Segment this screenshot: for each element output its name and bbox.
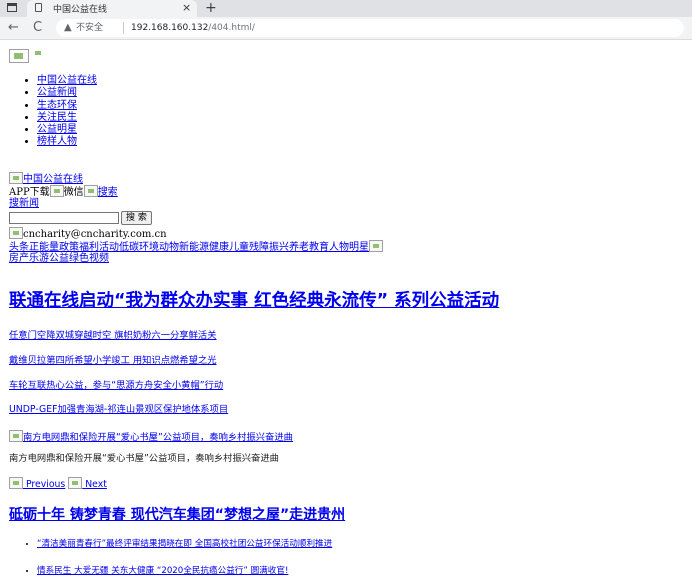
list-item: “清洁美丽青春行”最终评审结果揭晓在即 全国高校社团公益环保活动顺利推进	[37, 538, 332, 565]
security-status[interactable]: 不安全	[76, 22, 103, 34]
nav-item: 生态环保	[37, 100, 97, 112]
list-item: 情系民生 大爱无疆 关东大健康 “2020全民抗癌公益行” 圆满收官!	[37, 565, 332, 576]
back-arrow-icon[interactable]: ←	[8, 20, 19, 36]
broken-image-icon	[32, 48, 46, 60]
url-text[interactable]: 192.168.160.132/404.html/	[131, 22, 255, 34]
search-form: 搜 索	[9, 211, 152, 225]
main-nav: 中国公益在线 公益新闻 生态环保 关注民生 公益明星 榜样人物	[0, 75, 97, 149]
nav-link-ecology[interactable]: 生态环保	[37, 100, 77, 111]
category-row-2: 房产乐游公益绿色视频	[9, 253, 109, 265]
nav-item: 中国公益在线	[37, 75, 97, 87]
email-row: cncharity@cncharity.com.cn	[9, 227, 167, 241]
search-input[interactable]	[9, 212, 119, 224]
app-row: APP下载 微信 搜索	[9, 185, 118, 199]
reload-icon[interactable]: C	[33, 20, 42, 36]
broken-image-icon	[9, 172, 23, 184]
site-logo-link-row: 中国公益在线	[9, 172, 83, 186]
broken-image-icon	[369, 240, 383, 252]
address-divider	[123, 22, 124, 34]
broken-image-icon	[83, 185, 98, 197]
browser-tab[interactable]: 中国公益在线 ×	[27, 0, 197, 17]
email-alt: cncharity@cncharity.com.cn	[23, 229, 167, 240]
bottom-news-list: “清洁美丽青春行”最终评审结果揭晓在即 全国高校社团公益环保活动顺利推进 情系民…	[0, 538, 332, 576]
broken-image-icon	[9, 477, 23, 489]
next-link[interactable]: Next	[68, 477, 107, 490]
url-path: /404.html/	[208, 23, 255, 33]
logo-row	[9, 48, 46, 63]
bottom-news-link[interactable]: “清洁美丽青春行”最终评审结果揭晓在即 全国高校社团公益环保活动顺利推进	[37, 539, 332, 549]
broken-image-icon	[68, 477, 83, 489]
search-button[interactable]: 搜 索	[121, 211, 152, 225]
new-tab-icon[interactable]: +	[205, 0, 217, 16]
next-label: Next	[85, 479, 107, 490]
category-links-2[interactable]: 房产乐游公益绿色视频	[9, 253, 109, 264]
broken-image-icon	[9, 430, 23, 442]
slider-caption: 南方电网鼎和保险开展“爱心书屋”公益项目，奏响乡村振兴奋进曲	[9, 453, 279, 464]
site-logo-alt: 中国公益在线	[23, 174, 83, 185]
news-link[interactable]: 戴维贝拉第四所希望小学竣工 用知识点燃希望之光	[9, 355, 217, 367]
search-alt: 搜索	[97, 187, 118, 198]
slider-controls: Previous Next	[9, 477, 107, 491]
broken-image-icon	[49, 185, 64, 197]
broken-image-icon	[9, 227, 23, 239]
url-host: 192.168.160.132	[131, 23, 209, 33]
page-content: 中国公益在线 公益新闻 生态环保 关注民生 公益明星 榜样人物 中国公益在线 A…	[0, 40, 692, 576]
news-link[interactable]: 任意门空降双城穿越时空 旗帜奶粉六一分享鲜活关	[9, 330, 217, 342]
nav-link-role-models[interactable]: 榜样人物	[37, 136, 77, 147]
broken-image-icon[interactable]	[9, 48, 29, 63]
nav-item: 关注民生	[37, 112, 97, 124]
app-download-text[interactable]: APP下载	[9, 187, 50, 198]
address-bar[interactable]: ▲ 不安全 192.168.160.132/404.html/	[56, 19, 684, 37]
page-icon	[35, 3, 42, 12]
previous-label: Previous	[25, 479, 66, 490]
wechat-alt[interactable]: 微信	[64, 187, 84, 198]
tab-title: 中国公益在线	[53, 5, 108, 15]
search-image-link[interactable]: 搜索	[83, 185, 118, 198]
search-news-link[interactable]: 搜新闻	[9, 198, 39, 209]
nav-link-news[interactable]: 公益新闻	[37, 87, 77, 98]
second-headline[interactable]: 砥砺十年 铸梦青春 现代汽车集团“梦想之屋”走进贵州	[9, 506, 345, 524]
nav-link-livelihood[interactable]: 关注民生	[37, 112, 77, 123]
news-link[interactable]: UNDP-GEF加强青海湖-祁连山景观区保护地体系项目	[9, 404, 228, 416]
nav-item: 榜样人物	[37, 136, 97, 148]
warning-triangle-icon[interactable]: ▲	[64, 22, 72, 34]
slider-image-alt: 南方电网鼎和保险开展“爱心书屋”公益项目，奏响乡村振兴奋进曲	[23, 432, 293, 443]
news-link[interactable]: 车轮互联热心公益，参与“思源方舟安全小黄帽”行动	[9, 380, 223, 392]
browser-tab-strip: 中国公益在线 × +	[0, 0, 692, 17]
site-logo-link[interactable]: 中国公益在线	[9, 172, 83, 185]
tab-close-icon[interactable]: ×	[182, 1, 191, 15]
bottom-news-link[interactable]: 情系民生 大爱无疆 关东大健康 “2020全民抗癌公益行” 圆满收官!	[37, 566, 288, 576]
category-row-1: 头条正能量政策福利活动低碳环境动物新能源健康儿童残障振兴养老教育人物明星	[9, 240, 383, 254]
nav-link-home[interactable]: 中国公益在线	[37, 75, 97, 86]
category-links[interactable]: 头条正能量政策福利活动低碳环境动物新能源健康儿童残障振兴养老教育人物明星	[9, 242, 369, 253]
nav-link-stars[interactable]: 公益明星	[37, 124, 77, 135]
nav-item: 公益新闻	[37, 87, 97, 99]
main-headline[interactable]: 联通在线启动“我为群众办实事 红色经典永流传” 系列公益活动	[9, 290, 499, 312]
search-news-row: 搜新闻	[9, 198, 39, 210]
slider-image-link[interactable]: 南方电网鼎和保险开展“爱心书屋”公益项目，奏响乡村振兴奋进曲	[9, 430, 293, 444]
nav-item: 公益明星	[37, 124, 97, 136]
browser-toolbar: ← C ▲ 不安全 192.168.160.132/404.html/	[0, 17, 692, 40]
previous-link[interactable]: Previous	[9, 477, 66, 490]
window-menu-icon[interactable]	[7, 3, 17, 12]
